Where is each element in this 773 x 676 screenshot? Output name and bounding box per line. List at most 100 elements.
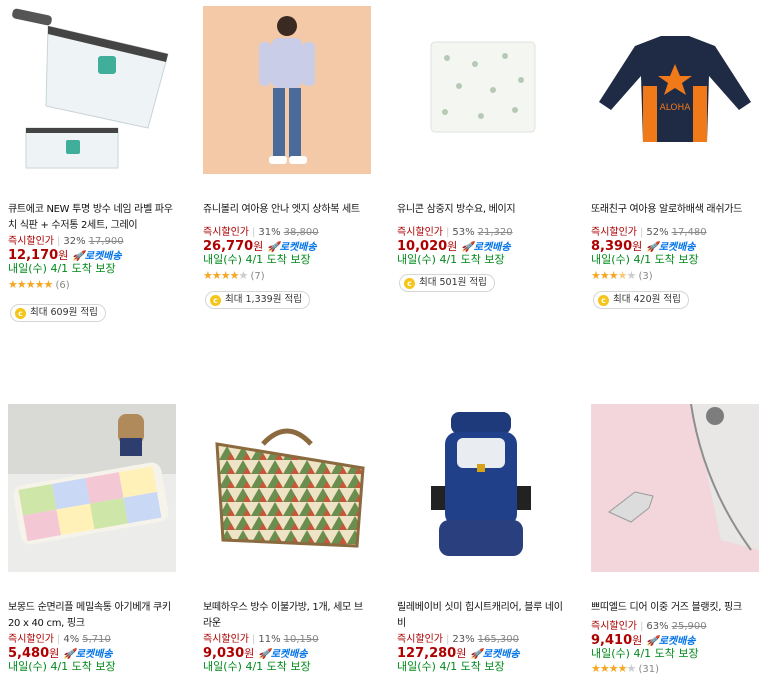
original-price: 38,800 — [283, 227, 319, 238]
reward-badge: c 최대 501원 적립 — [399, 274, 495, 292]
price-info: 즉시할인가 | 23% 165,300 — [397, 634, 519, 645]
product-image-clear-pouch[interactable] — [8, 6, 176, 174]
delivery-guarantee: 내일(수) 4/1 도착 보장 — [203, 660, 311, 673]
discount-rate: 11% — [258, 634, 281, 645]
original-price: 17,480 — [671, 227, 707, 238]
rocket-icon: 🚀 — [63, 649, 76, 660]
sale-price: 5,480 — [8, 646, 50, 661]
rocket-delivery-badge: 🚀로켓배송 — [63, 649, 113, 660]
rocket-delivery-badge: 🚀로켓배송 — [461, 242, 511, 253]
rocket-delivery-badge: 🚀로켓배송 — [267, 242, 317, 253]
price-info: 즉시할인가 | 53% 21,320 — [397, 227, 513, 238]
instant-discount-label: 즉시할인가 — [397, 634, 443, 645]
price-info: 즉시할인가 | 32% 17,900 — [8, 236, 124, 247]
original-price: 21,320 — [477, 227, 513, 238]
instant-discount-label: 즉시할인가 — [591, 621, 637, 632]
rocket-icon: 🚀 — [72, 251, 85, 262]
product-image-gauze-blanket[interactable] — [591, 404, 759, 572]
discount-rate: 31% — [258, 227, 281, 238]
original-price: 5,710 — [82, 634, 111, 645]
currency: 원 — [253, 240, 264, 253]
coin-icon: c — [598, 295, 609, 306]
rocket-icon: 🚀 — [267, 242, 280, 253]
product-image-baby-carrier[interactable] — [397, 404, 565, 572]
rocket-delivery-badge: 🚀로켓배송 — [72, 251, 122, 262]
price-info: 즉시할인가 | 11% 10,150 — [203, 634, 319, 645]
sale-price: 8,390 — [591, 239, 633, 254]
instant-discount-label: 즉시할인가 — [397, 227, 443, 238]
sale-price: 9,410 — [591, 633, 633, 648]
instant-discount-label: 즉시할인가 — [591, 227, 637, 238]
product-image-girl-outfit[interactable] — [203, 6, 371, 174]
currency: 원 — [49, 647, 60, 660]
delivery-guarantee: 내일(수) 4/1 도착 보장 — [203, 253, 311, 266]
rocket-delivery-badge: 🚀로켓배송 — [470, 649, 520, 660]
rocket-icon: 🚀 — [646, 242, 659, 253]
rating: ★★★★★ (3) — [591, 270, 653, 283]
product-title[interactable]: 릴레베이비 싯미 힙시트캐리어, 블루 네이비 — [397, 600, 565, 632]
product-image-blanket-bag[interactable] — [203, 404, 371, 572]
original-price: 17,900 — [88, 236, 124, 247]
product-title[interactable]: 또래친구 여아용 알로하배색 래쉬가드 — [591, 202, 759, 218]
review-count: (6) — [55, 280, 70, 291]
rating: ★★★★★ (31) — [591, 663, 659, 676]
original-price: 25,900 — [671, 621, 707, 632]
star-rating-icon: ★★★★★ — [591, 269, 636, 282]
rocket-delivery-badge: 🚀로켓배송 — [646, 242, 696, 253]
delivery-guarantee: 내일(수) 4/1 도착 보장 — [8, 262, 116, 275]
delivery-guarantee: 내일(수) 4/1 도착 보장 — [397, 660, 505, 673]
coin-icon: c — [210, 295, 221, 306]
currency: 원 — [244, 647, 255, 660]
price-info: 즉시할인가 | 63% 25,900 — [591, 621, 707, 632]
rating: ★★★★★ (7) — [203, 270, 265, 283]
svg-text:ALOHA: ALOHA — [660, 103, 692, 113]
reward-badge: c 최대 609원 적립 — [10, 304, 106, 322]
rocket-icon: 🚀 — [258, 649, 271, 660]
discount-rate: 32% — [63, 236, 86, 247]
coin-icon: c — [15, 308, 26, 319]
instant-discount-label: 즉시할인가 — [203, 227, 249, 238]
star-rating-icon: ★★★★★ — [8, 278, 53, 291]
reward-badge: c 최대 1,339원 적립 — [205, 291, 310, 309]
price-info: 즉시할인가 | 31% 38,800 — [203, 227, 319, 238]
review-count: (31) — [638, 664, 660, 675]
delivery-guarantee: 내일(수) 4/1 도착 보장 — [591, 647, 699, 660]
discount-rate: 53% — [452, 227, 475, 238]
rocket-delivery-badge: 🚀로켓배송 — [258, 649, 308, 660]
instant-discount-label: 즉시할인가 — [203, 634, 249, 645]
original-price: 10,150 — [283, 634, 319, 645]
rocket-delivery-badge: 🚀로켓배송 — [646, 636, 696, 647]
delivery-guarantee: 내일(수) 4/1 도착 보장 — [591, 253, 699, 266]
star-rating-icon: ★★★★★ — [203, 269, 248, 282]
original-price: 165,300 — [477, 634, 519, 645]
delivery-guarantee: 내일(수) 4/1 도착 보장 — [397, 253, 505, 266]
discount-rate: 4% — [63, 634, 80, 645]
coin-icon: c — [404, 278, 415, 289]
product-image-rash-guard[interactable]: ALOHA — [591, 6, 759, 174]
product-image-waterproof-mat[interactable] — [397, 6, 565, 174]
product-image-baby-pillow[interactable] — [8, 404, 176, 572]
sale-price: 26,770 — [203, 239, 254, 254]
reward-badge: c 최대 420원 적립 — [593, 291, 689, 309]
sale-price: 9,030 — [203, 646, 245, 661]
product-title[interactable]: 보몽드 순면리플 메밀속통 아기베개 쿠키 20 x 40 cm, 핑크 — [8, 600, 176, 632]
product-title[interactable]: 큐트에코 NEW 투명 방수 네임 라벨 파우치 식판 + 수저통 2세트, 그… — [8, 202, 176, 234]
product-title[interactable]: 쁘띠엘드 디어 이중 거즈 블랭킷, 핑크 — [591, 600, 759, 616]
price-info: 즉시할인가 | 4% 5,710 — [8, 634, 111, 645]
price-info: 즉시할인가 | 52% 17,480 — [591, 227, 707, 238]
product-title[interactable]: 보떼하우스 방수 이불가방, 1개, 세모 브라운 — [203, 600, 371, 632]
instant-discount-label: 즉시할인가 — [8, 634, 54, 645]
discount-rate: 23% — [452, 634, 475, 645]
sale-price: 127,280 — [397, 646, 457, 661]
product-title[interactable]: 쥬니볼리 여아용 안나 엣지 상하복 세트 — [203, 202, 371, 218]
delivery-guarantee: 내일(수) 4/1 도착 보장 — [8, 660, 116, 673]
instant-discount-label: 즉시할인가 — [8, 236, 54, 247]
currency: 원 — [632, 240, 643, 253]
sale-price: 12,170 — [8, 248, 59, 263]
discount-rate: 52% — [646, 227, 669, 238]
discount-rate: 63% — [646, 621, 669, 632]
currency: 원 — [456, 647, 467, 660]
product-title[interactable]: 유니콘 삼중지 방수요, 베이지 — [397, 202, 565, 218]
currency: 원 — [447, 240, 458, 253]
rocket-icon: 🚀 — [461, 242, 474, 253]
